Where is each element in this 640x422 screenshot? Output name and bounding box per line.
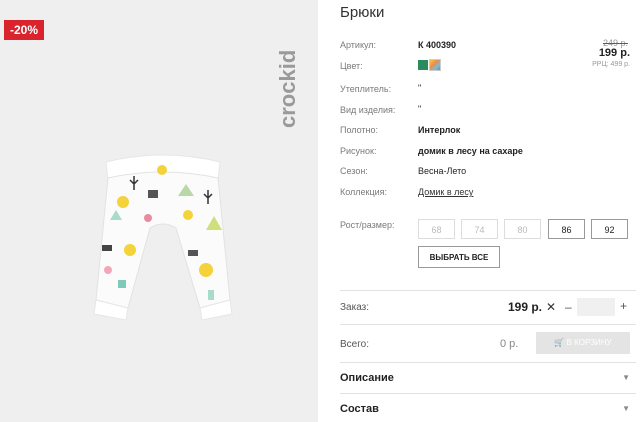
attr-label-fabric: Полотно:	[340, 125, 379, 135]
product-image-panel: -20% crockid	[0, 0, 318, 422]
size-option-92[interactable]: 92	[591, 219, 628, 239]
attr-value-insulation: "	[418, 83, 422, 93]
discount-badge: -20%	[4, 20, 45, 40]
collection-link[interactable]: Домик в лесу	[418, 187, 473, 197]
remove-icon[interactable]: ✕	[546, 300, 556, 314]
attr-label-color: Цвет:	[340, 61, 363, 71]
attr-label-pattern: Рисунок:	[340, 146, 377, 156]
attr-label-season: Сезон:	[340, 166, 368, 176]
divider	[340, 393, 636, 394]
attr-value-product-type: "	[418, 104, 422, 114]
total-label: Всего:	[340, 339, 369, 350]
decrement-button[interactable]: –	[565, 300, 572, 314]
brand-logo-text: crockid	[275, 50, 300, 128]
divider	[340, 290, 636, 291]
divider	[340, 324, 636, 325]
attr-value-season: Весна-Лето	[418, 166, 467, 176]
size-option-68: 68	[418, 219, 455, 239]
attr-label-article: Артикул:	[340, 40, 377, 50]
attr-label-product-type: Вид изделия:	[340, 105, 396, 115]
size-option-86[interactable]: 86	[548, 219, 585, 239]
attr-value-pattern: домик в лесу на сахаре	[418, 146, 523, 156]
order-label: Заказ:	[340, 302, 370, 313]
select-all-button[interactable]: ВЫБРАТЬ ВСЕ	[418, 246, 500, 268]
cart-icon: 🛒	[554, 338, 565, 347]
add-to-cart-button[interactable]: 🛒 В КОРЗИНУ	[536, 332, 630, 354]
chevron-down-icon[interactable]: ▼	[622, 373, 630, 382]
total-value: 0 р.	[500, 338, 519, 350]
size-option-74: 74	[461, 219, 498, 239]
color-swatch-multicolor[interactable]	[429, 59, 441, 71]
accordion-composition[interactable]: Состав	[340, 403, 379, 415]
increment-button[interactable]: +	[620, 299, 627, 313]
attr-label-insulation: Утеплитель:	[340, 84, 392, 94]
product-details: Брюки 249 р. 199 р. РРЦ: 499 р. Артикул:…	[340, 0, 636, 422]
current-price: 199 р.	[598, 47, 630, 59]
brand-logo: crockid	[275, 50, 300, 128]
order-price: 199 р.	[508, 300, 543, 314]
quantity-input[interactable]	[577, 298, 615, 316]
attr-label-collection: Коллекция:	[340, 187, 388, 197]
product-title: Брюки	[340, 4, 385, 21]
size-label: Рост/размер:	[340, 220, 395, 230]
add-to-cart-label: В КОРЗИНУ	[566, 338, 612, 347]
chevron-down-icon[interactable]: ▼	[622, 404, 630, 413]
divider	[340, 362, 636, 363]
accordion-description[interactable]: Описание	[340, 372, 394, 384]
rrp-price: РРЦ: 499 р.	[592, 61, 630, 68]
attr-value-article: К 400390	[418, 40, 457, 50]
size-option-80: 80	[504, 219, 541, 239]
attr-value-fabric: Интерлок	[418, 125, 461, 135]
product-photo	[93, 154, 233, 320]
color-swatch-green[interactable]	[418, 60, 428, 70]
